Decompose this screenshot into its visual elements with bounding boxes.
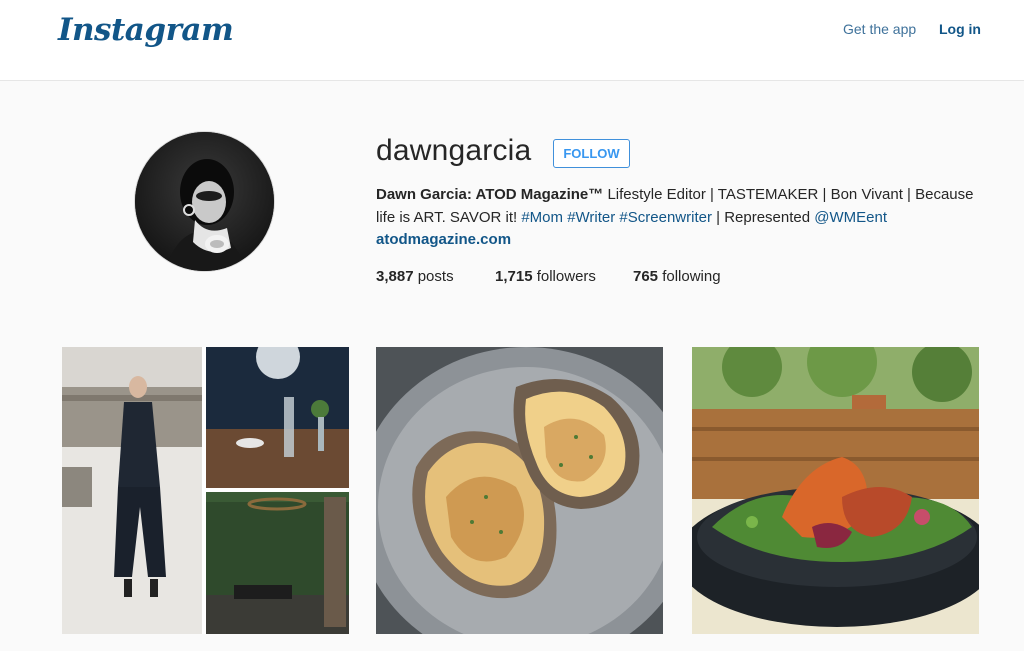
followers-stat[interactable]: 1,715 followers bbox=[495, 268, 596, 285]
follow-button[interactable]: FOLLOW bbox=[553, 139, 630, 168]
mention-wmeent-link[interactable]: @WMEent bbox=[814, 209, 887, 226]
following-label: following bbox=[658, 268, 721, 285]
profile-photo-icon bbox=[135, 132, 274, 271]
profile-username: dawngarcia bbox=[376, 134, 532, 167]
followers-label: followers bbox=[532, 268, 596, 285]
bio-display-name: Dawn Garcia: ATOD Magazine™ bbox=[376, 186, 604, 203]
website-link[interactable]: atodmagazine.com bbox=[376, 231, 511, 248]
top-navigation-bar: Instagram Get the app Log in bbox=[0, 0, 1024, 81]
hashtag-writer-link[interactable]: #Writer bbox=[567, 209, 615, 226]
hashtag-mom-link[interactable]: #Mom bbox=[521, 209, 563, 226]
instagram-logo[interactable]: Instagram bbox=[58, 12, 234, 48]
post-tile-1[interactable] bbox=[62, 347, 349, 634]
following-stat[interactable]: 765 following bbox=[633, 268, 721, 285]
post-tile-3[interactable] bbox=[692, 347, 979, 634]
salad-bowl-photo-icon bbox=[692, 347, 979, 634]
oysters-photo-icon bbox=[376, 347, 663, 634]
posts-count: 3,887 bbox=[376, 268, 414, 285]
followers-count: 1,715 bbox=[495, 268, 533, 285]
fashion-collage-photo-icon bbox=[62, 347, 349, 634]
profile-bio: Dawn Garcia: ATOD Magazine™ Lifestyle Ed… bbox=[376, 184, 986, 252]
following-count: 765 bbox=[633, 268, 659, 285]
posts-stat: 3,887 posts bbox=[376, 268, 454, 285]
get-the-app-link[interactable]: Get the app bbox=[843, 21, 916, 37]
bio-text-represented: | Represented bbox=[711, 208, 815, 226]
log-in-link[interactable]: Log in bbox=[939, 21, 981, 37]
hashtag-screenwriter-link[interactable]: #Screenwriter bbox=[619, 209, 712, 226]
profile-avatar[interactable] bbox=[134, 131, 275, 272]
post-tile-2[interactable] bbox=[376, 347, 663, 634]
posts-label: posts bbox=[413, 268, 454, 285]
